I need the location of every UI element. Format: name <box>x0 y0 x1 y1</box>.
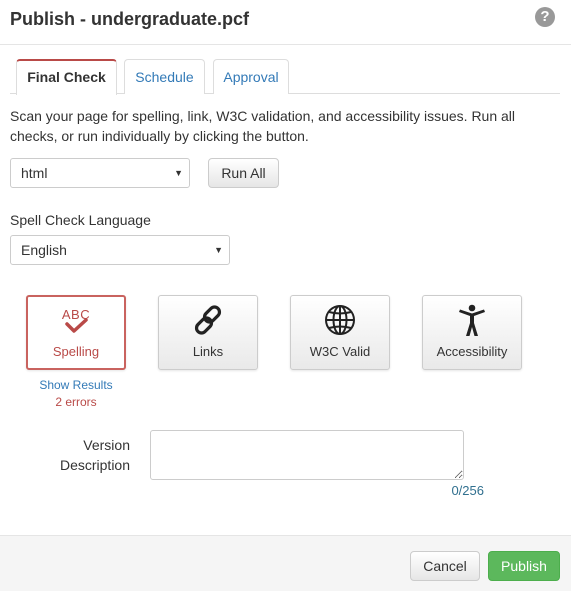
character-counter: 0/256 <box>451 483 484 498</box>
help-icon[interactable]: ? <box>535 7 555 27</box>
chevron-down-icon: ▼ <box>214 245 223 255</box>
doc-type-select[interactable]: html ▼ <box>10 158 190 188</box>
links-check-button[interactable]: Links <box>158 295 258 370</box>
chain-link-icon <box>159 302 257 338</box>
cancel-button[interactable]: Cancel <box>410 551 480 581</box>
w3c-valid-check-button[interactable]: W3C Valid <box>290 295 390 370</box>
spell-check-language-label: Spell Check Language <box>10 212 151 228</box>
version-description-label-line2: Description <box>59 457 130 473</box>
spell-check-language-select[interactable]: English ▼ <box>10 235 230 265</box>
dialog-title: Publish - undergraduate.pcf <box>10 9 250 29</box>
version-description-label-line1: Version <box>83 437 130 453</box>
accessibility-check-button[interactable]: Accessibility <box>422 295 522 370</box>
globe-icon <box>291 302 389 338</box>
tab-schedule[interactable]: Schedule <box>124 59 205 94</box>
tab-bar: Final Check Schedule Approval <box>10 59 560 95</box>
final-check-description: Scan your page for spelling, link, W3C v… <box>10 108 516 144</box>
accessibility-check-label: Accessibility <box>436 344 508 359</box>
spelling-check-button[interactable]: ABC Spelling <box>26 295 126 370</box>
spell-check-language-value: English <box>21 242 67 258</box>
doc-type-select-value: html <box>21 165 48 181</box>
accessibility-person-icon <box>423 302 521 338</box>
dialog-header: Publish - undergraduate.pcf ? <box>0 0 571 45</box>
links-check-label: Links <box>192 344 224 359</box>
tab-approval[interactable]: Approval <box>213 59 289 94</box>
chevron-down-icon: ▼ <box>174 168 183 178</box>
dialog-footer: Cancel Publish <box>0 535 571 591</box>
spelling-error-count: 2 errors <box>55 395 97 409</box>
version-description-input[interactable] <box>150 430 464 480</box>
show-results-link[interactable]: Show Results <box>26 378 126 392</box>
spelling-check-label: Spelling <box>52 344 100 359</box>
w3c-valid-check-label: W3C Valid <box>309 344 371 359</box>
spelling-abc-check-icon: ABC <box>28 303 124 339</box>
publish-button[interactable]: Publish <box>488 551 560 581</box>
tab-final-check[interactable]: Final Check <box>16 59 117 95</box>
run-all-button[interactable]: Run All <box>208 158 279 188</box>
